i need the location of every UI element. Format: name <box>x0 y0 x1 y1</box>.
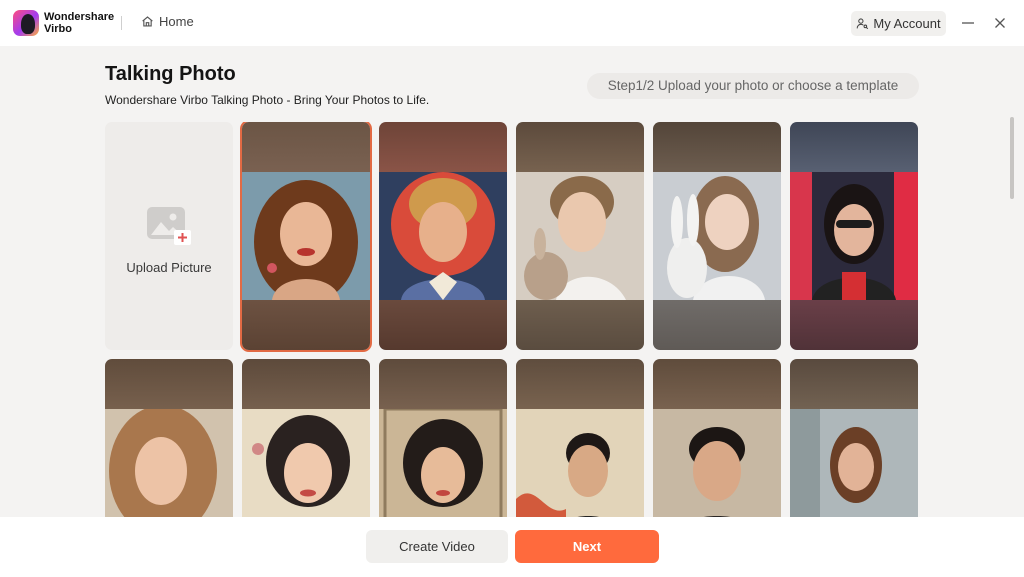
virbo-logo-icon <box>13 10 39 36</box>
page-title: Talking Photo <box>105 63 236 85</box>
template-grid: Upload Picture <box>105 122 920 517</box>
template-photo-8 <box>379 409 507 517</box>
close-icon[interactable] <box>991 14 1009 32</box>
minimize-icon[interactable] <box>959 14 977 32</box>
image-add-icon <box>147 206 191 245</box>
title-divider <box>121 16 122 30</box>
home-link[interactable]: Home <box>141 14 194 29</box>
template-photo-5 <box>790 172 918 300</box>
logo-text-line2: Virbo <box>44 23 72 35</box>
title-bar: Wondershare Virbo Home My Account <box>0 0 1024 46</box>
template-card-4[interactable] <box>653 122 781 350</box>
template-photo-6 <box>105 409 233 517</box>
step-indicator: Step1/2 Upload your photo or choose a te… <box>587 73 919 99</box>
template-card-11[interactable] <box>790 359 918 517</box>
home-label: Home <box>159 14 194 29</box>
grid-scrollbar[interactable] <box>1010 117 1014 199</box>
template-card-9[interactable] <box>516 359 644 517</box>
create-video-button[interactable]: Create Video <box>366 530 508 563</box>
template-card-8[interactable] <box>379 359 507 517</box>
template-card-1[interactable] <box>242 122 370 350</box>
my-account-label: My Account <box>873 16 941 31</box>
template-card-7[interactable] <box>242 359 370 517</box>
app-logo-text: Wondershare Virbo <box>44 11 114 35</box>
template-photo-3 <box>516 172 644 300</box>
logo-text-line1: Wondershare <box>44 11 115 23</box>
template-card-6[interactable] <box>105 359 233 517</box>
my-account-button[interactable]: My Account <box>851 11 946 36</box>
template-card-5[interactable] <box>790 122 918 350</box>
upload-picture-card[interactable]: Upload Picture <box>105 122 233 350</box>
template-photo-1 <box>242 172 370 300</box>
footer-bar <box>0 517 1024 577</box>
template-card-3[interactable] <box>516 122 644 350</box>
template-card-2[interactable] <box>379 122 507 350</box>
next-button[interactable]: Next <box>515 530 659 563</box>
template-photo-4 <box>653 172 781 300</box>
user-key-icon <box>857 18 869 30</box>
template-card-10[interactable] <box>653 359 781 517</box>
template-photo-7 <box>242 409 370 517</box>
template-photo-11 <box>790 409 918 517</box>
upload-picture-label: Upload Picture <box>126 259 212 275</box>
home-icon <box>142 16 153 27</box>
template-photo-9 <box>516 409 644 517</box>
page-subtitle: Wondershare Virbo Talking Photo - Bring … <box>105 93 430 107</box>
template-photo-10 <box>653 409 781 517</box>
template-photo-2 <box>379 172 507 300</box>
